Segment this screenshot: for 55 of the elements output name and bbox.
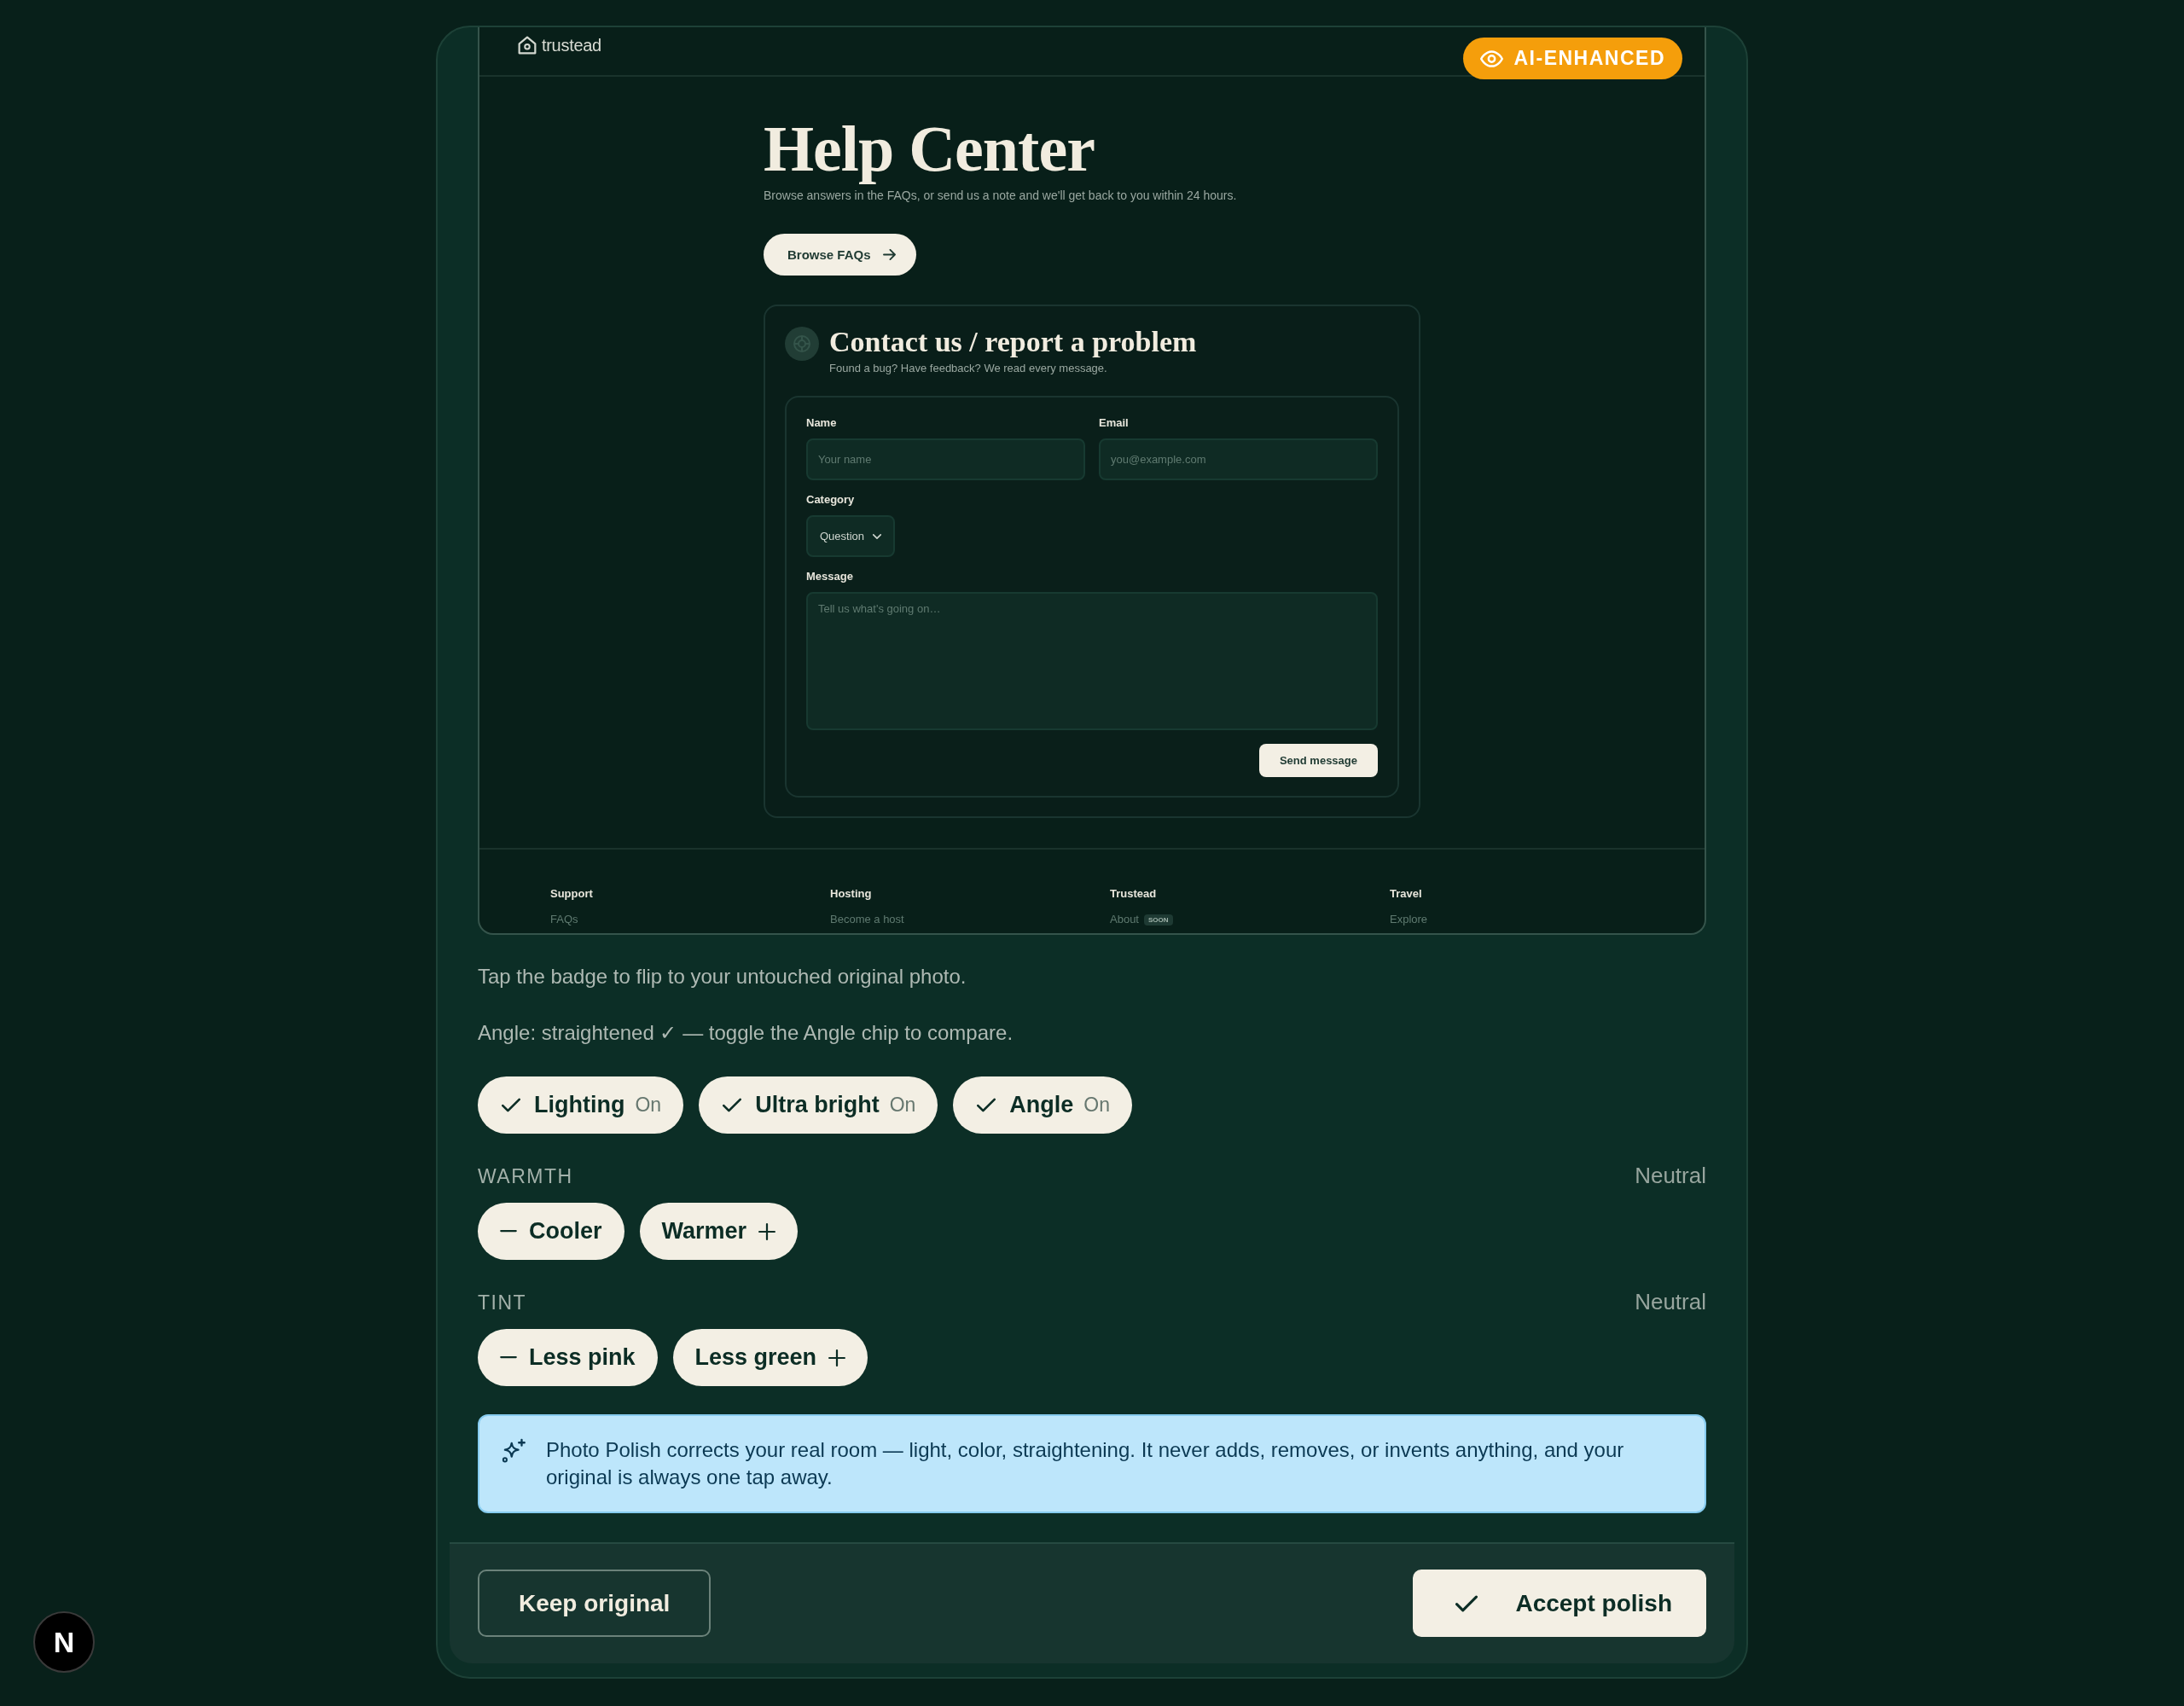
footer-link[interactable]: Explore	[1390, 913, 1428, 926]
field-label: Category	[806, 493, 855, 507]
caption-text: Tap the badge to flip to your untouched original photo.	[478, 964, 967, 989]
field-label: Email	[1099, 416, 1129, 430]
page-title: Help Center	[764, 112, 1095, 186]
sparkle-icon	[502, 1438, 527, 1464]
section-value: Neutral	[1635, 1289, 1706, 1314]
toggle-chip[interactable]: Lighting On	[478, 1076, 684, 1134]
chevron-down-icon	[873, 533, 882, 539]
footer-heading: Trustead	[1110, 887, 1157, 901]
footer-link[interactable]: Become a host	[830, 913, 904, 926]
footer-heading: Support	[550, 887, 593, 901]
caption-text: Angle: straightened ✓ — toggle the Angle chip to compare.	[478, 1020, 1014, 1046]
toggle-chip[interactable]: Angle On	[953, 1076, 1133, 1134]
field-label: Name	[806, 416, 837, 430]
plus-icon	[758, 1222, 776, 1240]
check-icon	[977, 1098, 996, 1112]
accept-button[interactable]: Accept polish	[1413, 1570, 1706, 1637]
send-message-button[interactable]: Send message	[1258, 744, 1378, 777]
section-value: Neutral	[1635, 1163, 1706, 1188]
section-label: WARMTH	[478, 1164, 573, 1189]
eye-icon	[1479, 49, 1503, 67]
page-subtitle: Browse answers in the FAQs, or send us a note and we'll get back to you within 24 hours.	[764, 188, 1237, 203]
minus-icon	[500, 1356, 517, 1359]
house-icon	[518, 36, 537, 55]
footer-link[interactable]: About	[1110, 913, 1139, 926]
adjust-button[interactable]: Less pink	[478, 1329, 658, 1386]
minus-icon	[500, 1230, 517, 1233]
arrow-right-icon	[882, 249, 896, 260]
toggle-chip[interactable]: Ultra bright On	[699, 1076, 938, 1134]
check-icon	[502, 1098, 520, 1112]
input-field[interactable]: you@example.com	[1099, 438, 1378, 480]
notice-text: Photo Polish corrects your real room — light, color, straightening. It never adds, removes, or invents anything, and your original is always one tap away.	[546, 1437, 1625, 1490]
keep-original-button[interactable]: Keep original	[478, 1570, 712, 1637]
dev-tools-button[interactable]: N	[33, 1611, 95, 1673]
select-field[interactable]: Question	[806, 515, 896, 557]
plus-icon	[828, 1349, 846, 1367]
check-icon	[1455, 1594, 1478, 1612]
field-label: Message	[806, 570, 853, 583]
browse-faqs-button[interactable]: Browse FAQs	[764, 234, 916, 276]
check-icon	[723, 1098, 742, 1112]
message-field[interactable]: Tell us what's going on…	[806, 592, 1378, 730]
section-label: TINT	[478, 1291, 527, 1315]
logo-wordmark: trustead	[542, 36, 601, 55]
footer-heading: Travel	[1390, 887, 1422, 901]
lifebuoy-icon	[785, 327, 819, 361]
contact-subtitle: Found a bug? Have feedback? We read every message.	[829, 362, 1107, 375]
adjust-button[interactable]: Cooler	[478, 1203, 624, 1260]
adjust-button[interactable]: Warmer	[639, 1203, 799, 1260]
contact-title: Contact us / report a problem	[829, 325, 1197, 359]
input-field[interactable]: Your name	[806, 438, 1085, 480]
soon-tag: SOON	[1144, 914, 1173, 926]
adjust-button[interactable]: Less green	[672, 1329, 868, 1386]
footer-link[interactable]: FAQs	[550, 913, 578, 926]
footer-heading: Hosting	[830, 887, 872, 901]
